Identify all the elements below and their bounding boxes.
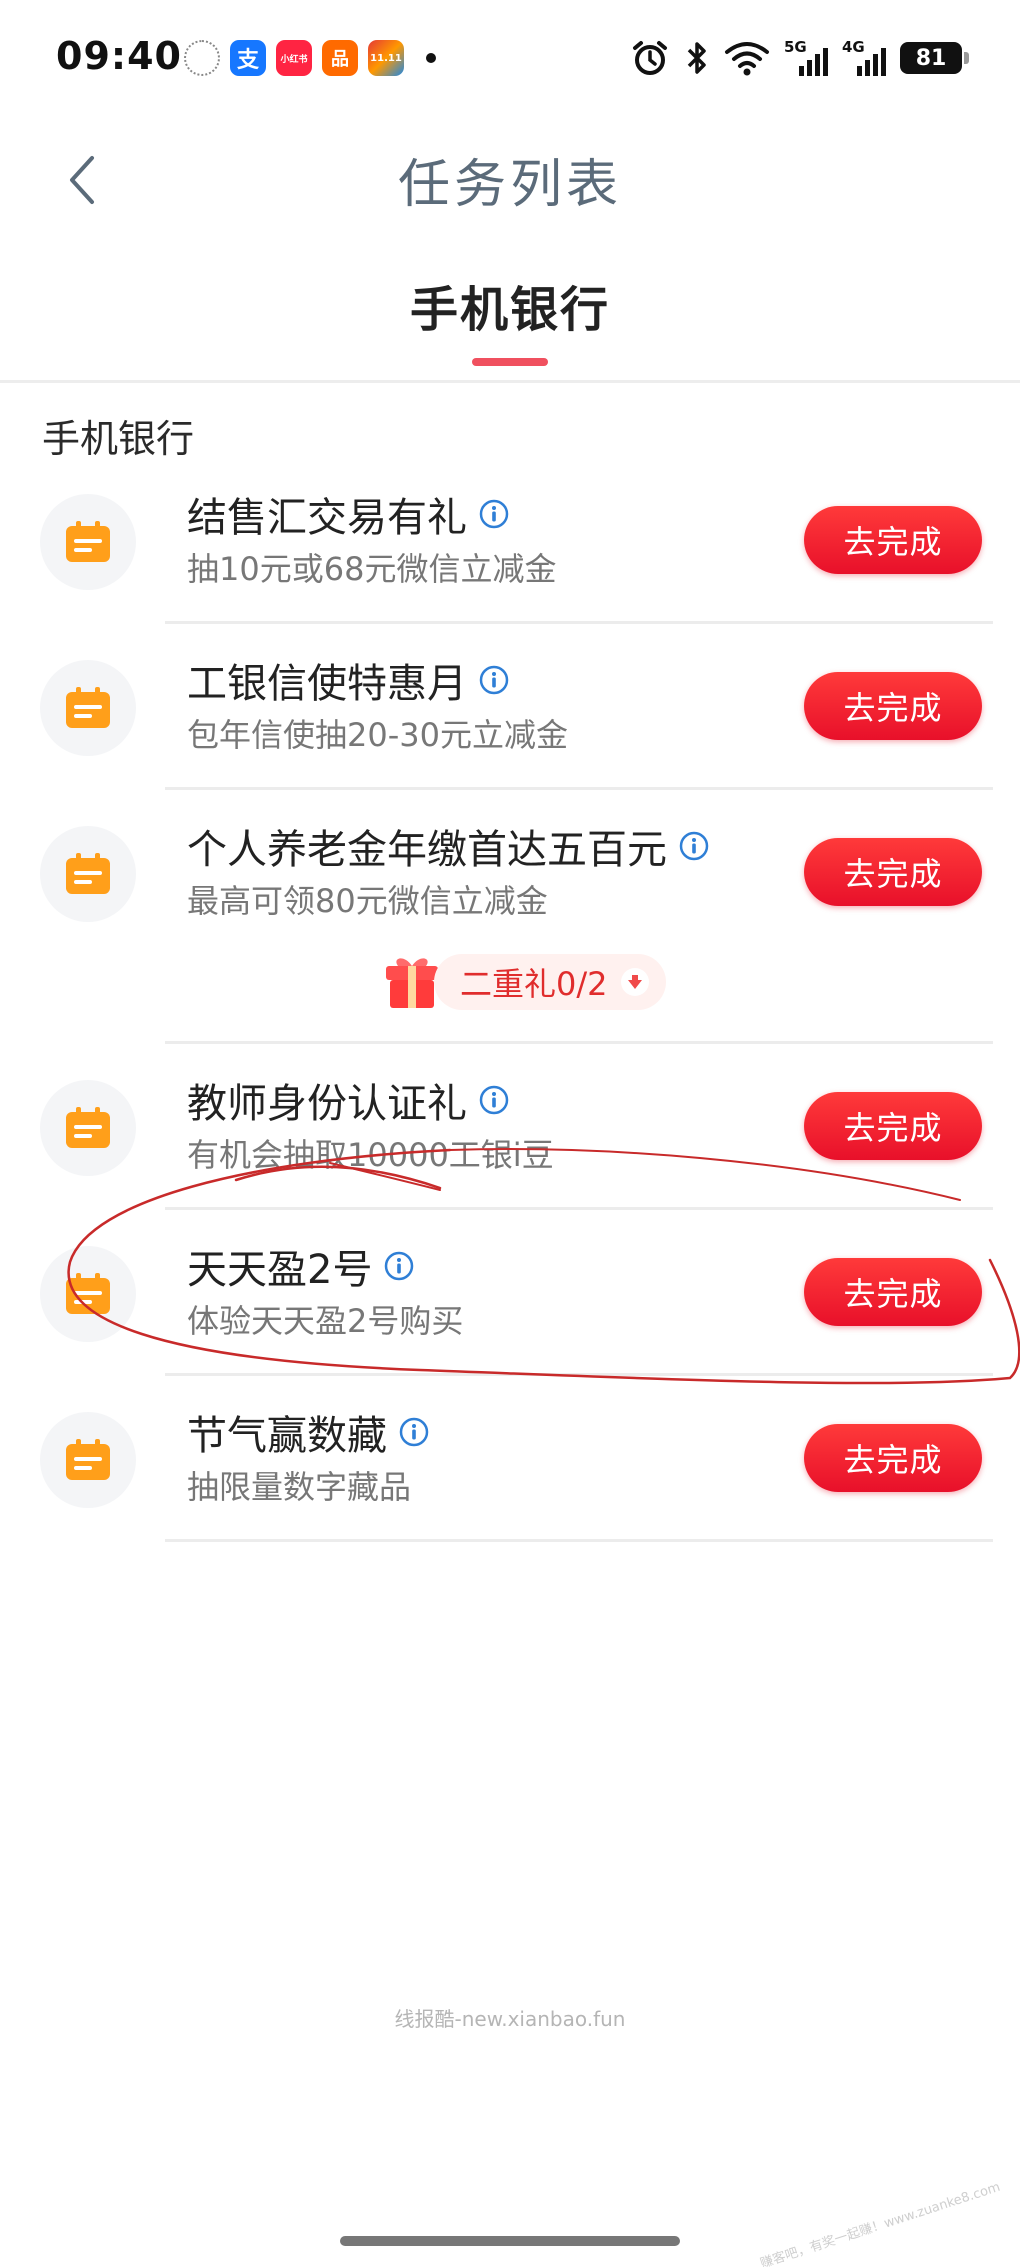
task-description: 抽10元或68元微信立减金 [187, 550, 557, 588]
tab-mobile-banking[interactable]: 手机银行 [360, 270, 660, 380]
notification-apps: 支 小红书 品 11.11 [184, 38, 436, 78]
info-icon[interactable] [479, 665, 509, 695]
row-divider [165, 621, 993, 624]
signal-5g-icon: 5G [784, 38, 828, 78]
task-description: 包年信使抽20-30元立减金 [187, 716, 568, 754]
info-icon[interactable] [479, 499, 509, 529]
section-title: 手机银行 [42, 417, 195, 461]
chevron-down-icon [620, 968, 649, 996]
calendar-task-icon [40, 494, 136, 590]
alarm-icon [633, 41, 667, 75]
page-title: 任务列表 [397, 155, 622, 215]
row-divider [165, 1539, 993, 1542]
info-icon[interactable] [384, 1251, 414, 1281]
calendar-task-icon [40, 660, 136, 756]
go-complete-button[interactable]: 去完成 [804, 506, 982, 574]
task-name: 工银信使特惠月 [187, 661, 467, 707]
task-description: 最高可领80元微信立减金 [187, 882, 548, 920]
status-time: 09:40 [56, 34, 182, 78]
go-complete-button[interactable]: 去完成 [804, 1424, 982, 1492]
gift-progress-pill: 二重礼0/2 [434, 954, 666, 1010]
row-divider [165, 1373, 993, 1376]
row-divider [165, 1207, 993, 1210]
task-name: 教师身份认证礼 [187, 1081, 467, 1127]
gift-expander[interactable]: 二重礼0/2 [382, 950, 666, 1014]
row-divider [165, 1041, 993, 1044]
gift-label: 二重礼0/2 [460, 965, 608, 1003]
status-bar: 09:40 支 小红书 品 11.11 5G 4G 81 [0, 0, 1020, 118]
task-description: 有机会抽取10000工银i豆 [187, 1136, 554, 1174]
battery-icon: 81 [900, 42, 969, 74]
wifi-icon [725, 42, 769, 76]
signal-4g-icon: 4G [842, 38, 886, 78]
calendar-task-icon [40, 1246, 136, 1342]
go-complete-button[interactable]: 去完成 [804, 1258, 982, 1326]
task-name: 结售汇交易有礼 [187, 495, 467, 541]
corner-watermark: 赚客吧，有奖一起赚！www.zuanke8.com [758, 2179, 1002, 2267]
bluetooth-icon [687, 42, 706, 74]
calendar-task-icon [40, 1080, 136, 1176]
task-name: 天天盈2号 [187, 1247, 373, 1293]
xiaohongshu-app-icon: 小红书 [276, 40, 312, 76]
go-complete-button[interactable]: 去完成 [804, 838, 982, 906]
alipay-app-icon: 支 [230, 40, 266, 76]
more-notifications-dot [426, 53, 436, 63]
task-name: 节气赢数藏 [187, 1413, 387, 1459]
watermark: 线报酷-new.xianbao.fun [394, 2007, 626, 2031]
gift-box-icon [386, 958, 438, 1008]
task-name: 个人养老金年缴首达五百元 [187, 827, 667, 873]
calendar-task-icon [40, 1412, 136, 1508]
tab-label: 手机银行 [409, 282, 610, 338]
info-icon[interactable] [399, 1417, 429, 1447]
task-description: 抽限量数字藏品 [187, 1468, 412, 1506]
go-complete-button[interactable]: 去完成 [804, 1092, 982, 1160]
info-icon[interactable] [479, 1085, 509, 1115]
taobao-app-icon: 品 [322, 40, 358, 76]
tab-divider [0, 380, 1020, 383]
info-icon[interactable] [679, 831, 709, 861]
home-indicator[interactable] [340, 2236, 680, 2246]
task-description: 体验天天盈2号购买 [187, 1302, 464, 1340]
status-indicators: 5G 4G 81 [630, 36, 969, 80]
row-divider [165, 787, 993, 790]
calendar-task-icon [40, 826, 136, 922]
multi-color-app-icon: 11.11 [368, 40, 404, 76]
clock-app-icon [184, 40, 220, 76]
tab-active-indicator [472, 358, 548, 366]
go-complete-button[interactable]: 去完成 [804, 672, 982, 740]
